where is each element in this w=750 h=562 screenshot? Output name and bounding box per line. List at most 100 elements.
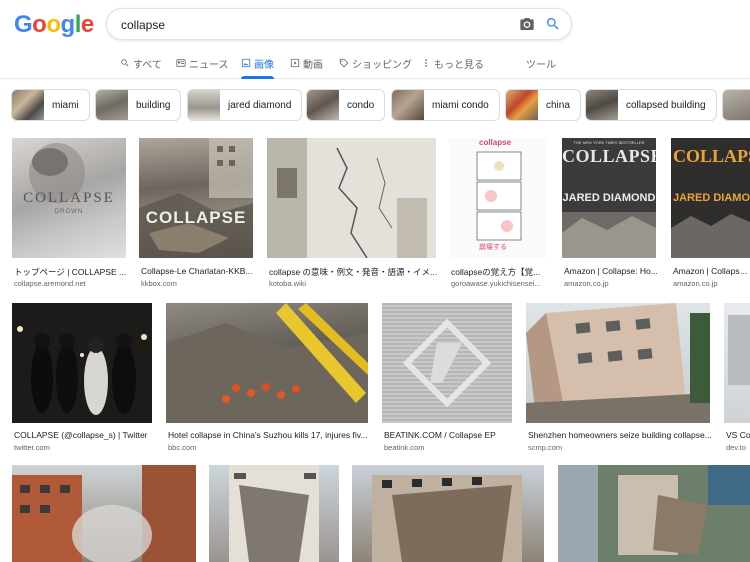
tab-images[interactable]: 画像 [241,54,274,79]
chip-china[interactable]: china [505,89,581,121]
result-thumbnail[interactable] [209,465,339,562]
chip-jared-diamond[interactable]: jared diamond [187,89,303,121]
search-box[interactable] [106,8,572,40]
chip-thumbnail [586,90,618,120]
tab-label: ショッピング [352,59,412,71]
chip-collapsed-building[interactable]: collapsed building [585,89,717,121]
building-ruins-photo [372,475,522,562]
search-input[interactable] [119,15,503,35]
tab-tools[interactable]: ツール [526,54,556,72]
chip-label: miami [52,99,79,111]
result-source: twitter.com [14,443,50,452]
tag-icon [339,58,349,68]
result-thumbnail[interactable]: COLLAPSE JARED DIAMOND [671,138,750,258]
rescue-photo [166,303,368,423]
result-title[interactable]: VS Co... [726,430,750,440]
album-text: COLLAPSE [23,190,115,206]
result-thumbnail[interactable]: collapse 崩壊する [449,138,547,258]
book-cover-art [562,212,656,258]
ep-cover-logo [402,318,492,408]
tab-more[interactable]: もっと見る [421,54,484,72]
result-title[interactable]: Collapse-Le Charlatan-KKB... [141,266,255,276]
result-source: goroawase.yukichisensei... [451,279,541,288]
result-source: dev.to [726,443,746,452]
result-title[interactable]: トップページ | COLLAPSE ... [14,266,128,278]
chip-label: collapsed building [626,99,706,111]
result-thumbnail[interactable] [267,138,436,258]
chip-label: miami condo [432,99,489,111]
result-title[interactable]: BEATINK.COM / Collapse EP [384,430,514,440]
google-logo[interactable]: Google [14,11,94,39]
logo-letter: g [60,11,76,38]
aerial-collapse-photo [558,465,750,562]
result-thumbnail[interactable] [12,465,196,562]
result-source: amazon.co.jp [673,279,718,288]
result-title[interactable]: Hotel collapse in China's Suzhou kills 1… [168,430,370,440]
result-thumbnail[interactable]: COLLAPSE DROWN [12,138,126,258]
tab-news[interactable]: ニュース [176,54,229,72]
result-thumbnail[interactable] [166,303,368,423]
album-text: COLLAPSE [145,208,247,227]
tab-videos[interactable]: 動画 [290,54,323,72]
chip-next[interactable] [722,89,750,121]
cracked-wall-photo [267,138,436,258]
image-icon [241,58,251,68]
result-thumbnail[interactable] [382,303,512,423]
chip-label: condo [347,99,375,111]
result-title[interactable]: collapseの覚え方【覚... [451,266,549,278]
related-chips: miami building jared diamond condo miami… [0,89,750,123]
result-thumbnail[interactable]: THE NEW YORK TIMES BESTSELLER COLLAPSE J… [562,138,656,258]
result-title[interactable]: collapse の意味・例文・発音・語源・イメ... [269,266,438,278]
result-source: beatink.com [384,443,425,452]
result-source: scmp.com [528,443,563,452]
result-thumbnail[interactable] [12,303,152,423]
building-photo [12,465,196,562]
result-title[interactable]: Shenzhen homeowners seize building colla… [528,430,712,440]
result-thumbnail[interactable] [724,303,750,423]
tab-label: ツール [526,59,556,71]
search-tabs: すべて ニュース 画像 動画 ショッピング もっと見る ツール [0,48,750,79]
news-icon [176,59,186,67]
comic-panels [476,151,522,241]
chip-thumbnail [506,90,538,120]
logo-letter: e [80,11,94,38]
result-title[interactable]: Amazon | Collapse: Ho... [564,266,658,276]
comic-title: collapse [479,138,512,147]
chip-building[interactable]: building [95,89,182,121]
result-source: kotoba.wiki [269,279,307,288]
result-source: amazon.co.jp [564,279,609,288]
result-thumbnail[interactable]: COLLAPSE [139,138,253,258]
chip-miami-condo[interactable]: miami condo [391,89,500,121]
chip-miami[interactable]: miami [11,89,90,121]
result-thumbnail[interactable] [526,303,710,423]
tab-all[interactable]: すべて [120,54,162,72]
chip-condo[interactable]: condo [306,89,386,121]
tab-label: もっと見る [434,59,484,71]
book-cover-art [671,214,750,258]
result-source: collapse.aremond.net [14,279,86,288]
search-icon[interactable] [545,16,561,32]
more-vert-icon [425,59,427,67]
tab-shopping[interactable]: ショッピング [339,54,412,72]
result-thumbnail[interactable] [558,465,750,562]
logo-letter: o [46,11,61,38]
result-title[interactable]: Amazon | Collapse | Di... [673,266,750,276]
chip-thumbnail [392,90,424,120]
chip-thumbnail [723,90,750,120]
rubble-photo [139,138,253,258]
tab-label: ニュース [189,59,229,71]
chip-label: jared diamond [228,99,292,111]
chip-thumbnail [12,90,44,120]
chip-label: china [546,99,570,111]
result-thumbnail[interactable] [352,465,544,562]
result-title[interactable]: COLLAPSE (@collapse_s) | Twitter [14,430,154,440]
tilted-building-photo [526,303,710,423]
camera-icon[interactable] [519,16,535,32]
tab-label: 動画 [303,59,323,71]
result-source: kkbox.com [141,279,177,288]
partial-thumbnail [728,315,750,385]
comic-caption: 崩壊する [479,244,507,251]
search-icon [121,59,129,67]
result-source: bbc.com [168,443,197,452]
collapsed-condo-photo [229,465,319,562]
